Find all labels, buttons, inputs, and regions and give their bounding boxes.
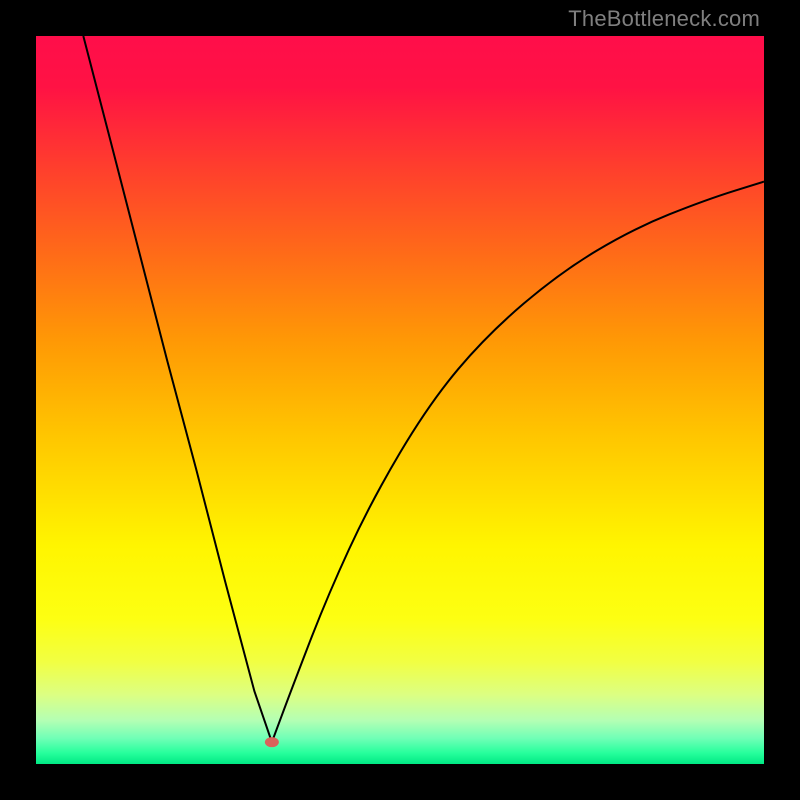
- chart-frame: TheBottleneck.com: [0, 0, 800, 800]
- plot-area: [36, 36, 764, 764]
- curve-layer: [36, 36, 764, 764]
- bottleneck-curve: [83, 36, 764, 742]
- minimum-marker: [265, 737, 279, 747]
- watermark-text: TheBottleneck.com: [568, 6, 760, 32]
